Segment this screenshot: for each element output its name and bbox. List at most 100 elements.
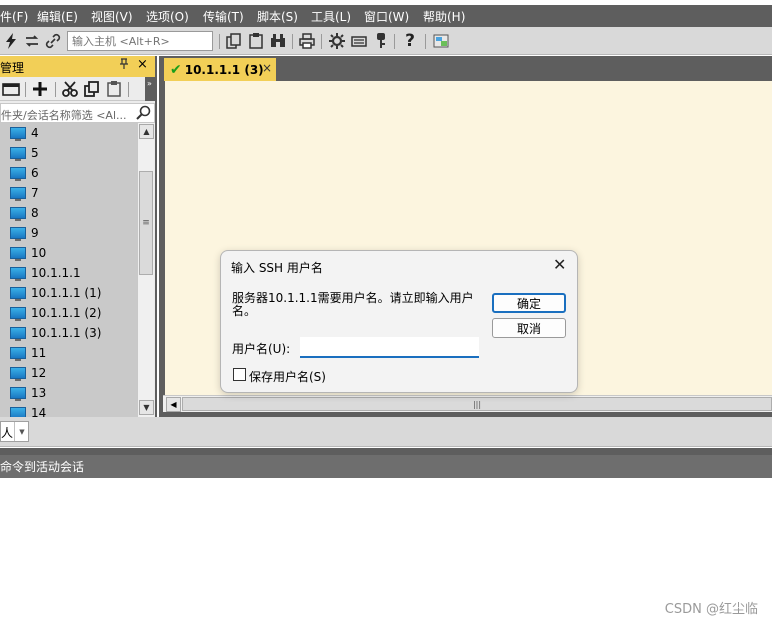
command-target-select[interactable]: 人 ▼: [0, 421, 29, 442]
list-item[interactable]: 10.1.1.1: [10, 263, 81, 283]
scrollbar-thumb[interactable]: ≡: [139, 171, 153, 275]
list-item[interactable]: 14: [10, 403, 46, 417]
session-icon: [10, 267, 26, 281]
scrollbar-thumb[interactable]: |||: [182, 397, 772, 411]
menu-help[interactable]: 帮助(H): [423, 8, 465, 25]
send-command-bar[interactable]: 命令到活动会话: [0, 455, 772, 478]
session-manager-panel: 管理 × » 件夹/会话名称筛选 <Al... 4 5 6 7 8 9 10 1…: [0, 56, 157, 417]
toolbar-separator: [292, 34, 293, 49]
list-item[interactable]: 9: [10, 223, 39, 243]
list-item[interactable]: 11: [10, 343, 46, 363]
menu-window[interactable]: 窗口(W): [364, 8, 409, 25]
quick-connect-input[interactable]: [67, 31, 213, 51]
menu-view[interactable]: 视图(V): [91, 8, 133, 25]
toolbar-separator: [321, 34, 322, 49]
key-icon[interactable]: [372, 32, 390, 50]
copy-icon[interactable]: [83, 80, 101, 98]
session-manager-toolbar: »: [0, 77, 155, 101]
list-item[interactable]: 10.1.1.1 (1): [10, 283, 101, 303]
list-item[interactable]: 10.1.1.1 (3): [10, 323, 101, 343]
sftp-icon[interactable]: [432, 32, 450, 50]
connected-check-icon: ✔: [170, 61, 182, 78]
ok-button[interactable]: 确定: [492, 293, 566, 313]
scroll-down-icon[interactable]: ▼: [139, 400, 154, 415]
session-icon: [10, 247, 26, 261]
help-icon[interactable]: ?: [401, 31, 419, 51]
link-icon[interactable]: [44, 32, 62, 50]
toolbar-separator: [219, 34, 220, 49]
session-icon: [10, 207, 26, 221]
command-window-divider: [0, 448, 772, 455]
scroll-left-icon[interactable]: ◀: [166, 397, 181, 412]
terminal-hscrollbar[interactable]: ◀ |||: [163, 395, 772, 412]
menu-transfer[interactable]: 传输(T): [203, 8, 244, 25]
toolbar-overflow[interactable]: »: [145, 77, 155, 101]
scroll-up-icon[interactable]: ▲: [139, 124, 154, 139]
overflow-icon: »: [147, 79, 152, 88]
session-filter[interactable]: 件夹/会话名称筛选 <Al...: [0, 103, 155, 123]
search-icon[interactable]: [136, 105, 152, 124]
close-icon[interactable]: ×: [137, 57, 148, 72]
username-field[interactable]: [300, 337, 479, 358]
session-icon: [10, 327, 26, 341]
list-item[interactable]: 6: [10, 163, 39, 183]
session-icon: [10, 147, 26, 161]
reconnect-icon[interactable]: [23, 32, 41, 50]
toolbar-separator: [425, 34, 426, 49]
toolbar-separator: [25, 82, 26, 97]
list-item[interactable]: 4: [10, 123, 39, 143]
session-icon: [10, 307, 26, 321]
session-icon: [10, 367, 26, 381]
toolbar: ?: [0, 27, 772, 55]
session-icon: [10, 407, 26, 417]
command-target-value: 人: [1, 426, 14, 440]
session-icon: [10, 127, 26, 141]
menu-bar: 件(F) 编辑(E) 视图(V) 选项(O) 传输(T) 脚本(S) 工具(L)…: [0, 5, 772, 27]
list-item[interactable]: 10: [10, 243, 46, 263]
session-icon: [10, 227, 26, 241]
folder-icon[interactable]: [2, 80, 20, 98]
toolbar-separator: [55, 82, 56, 97]
save-username-label[interactable]: 保存用户名(S): [249, 368, 326, 385]
cut-icon[interactable]: [61, 80, 79, 98]
ssh-username-dialog: 输入 SSH 用户名 ✕ 服务器10.1.1.1需要用户名。请立即输入用户名。 …: [220, 250, 578, 393]
menu-script[interactable]: 脚本(S): [257, 8, 298, 25]
cancel-button[interactable]: 取消: [492, 318, 566, 338]
keymap-icon[interactable]: [350, 32, 368, 50]
menu-tools[interactable]: 工具(L): [311, 8, 351, 25]
pin-icon[interactable]: [119, 58, 129, 73]
chevron-down-icon[interactable]: ▼: [14, 422, 29, 441]
session-filter-placeholder: 件夹/会话名称筛选 <Al...: [1, 109, 127, 122]
menu-edit[interactable]: 编辑(E): [37, 8, 78, 25]
menu-options[interactable]: 选项(O): [146, 8, 189, 25]
command-bar: 人 ▼: [0, 417, 772, 447]
find-icon[interactable]: [269, 32, 287, 50]
list-item[interactable]: 12: [10, 363, 46, 383]
session-icon: [10, 167, 26, 181]
tab-label: 10.1.1.1 (3): [184, 62, 264, 77]
list-item[interactable]: 10.1.1.1 (2): [10, 303, 101, 323]
copy-icon[interactable]: [225, 32, 243, 50]
close-icon[interactable]: ✕: [553, 255, 566, 274]
paste-icon[interactable]: [247, 32, 265, 50]
menu-file[interactable]: 件(F): [0, 8, 28, 25]
session-tree-scrollbar[interactable]: ▲ ≡ ▼: [137, 123, 154, 417]
session-manager-header: 管理 ×: [0, 56, 155, 77]
tab-close-icon[interactable]: ×: [262, 61, 272, 75]
print-icon[interactable]: [298, 32, 316, 50]
list-item[interactable]: 8: [10, 203, 39, 223]
dialog-title: 输入 SSH 用户名: [231, 261, 323, 275]
lightning-icon[interactable]: [2, 32, 20, 50]
tab-session[interactable]: ✔ 10.1.1.1 (3) ×: [164, 58, 276, 81]
session-icon: [10, 387, 26, 401]
settings-icon[interactable]: [328, 32, 346, 50]
toolbar-separator: [394, 34, 395, 49]
save-username-checkbox[interactable]: [233, 368, 246, 381]
session-icon: [10, 187, 26, 201]
paste-icon[interactable]: [105, 80, 123, 98]
send-command-label: 命令到活动会话: [0, 460, 85, 474]
list-item[interactable]: 13: [10, 383, 46, 403]
add-icon[interactable]: [31, 80, 49, 98]
list-item[interactable]: 5: [10, 143, 39, 163]
list-item[interactable]: 7: [10, 183, 39, 203]
